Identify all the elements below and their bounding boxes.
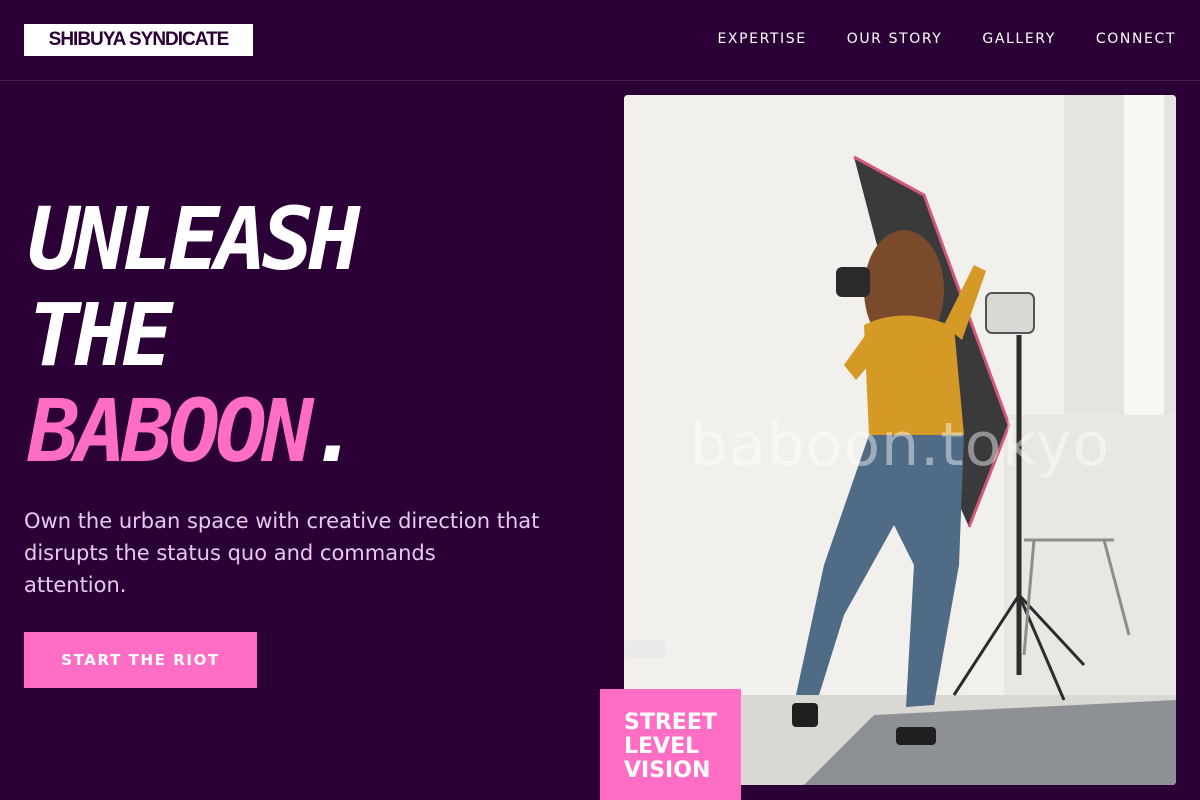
site-header: SHIBUYA SYNDICATE EXPERTISE OUR STORY GA… (0, 0, 1200, 81)
hero-headline: UNLEASH THE BABOON. (28, 190, 361, 482)
headline-accent-word: BABOON (28, 382, 314, 482)
badge-line-1: STREET (624, 710, 717, 735)
hero-subtitle: Own the urban space with creative direct… (24, 509, 540, 597)
nav-link-connect[interactable]: CONNECT (1096, 30, 1176, 48)
badge-line-2: LEVEL (624, 734, 700, 759)
hero-photo: baboon.tokyo (624, 95, 1176, 785)
nav-link-our-story[interactable]: OUR STORY (847, 30, 943, 48)
street-level-vision-badge: STREET LEVEL VISION (600, 689, 741, 800)
headline-line-2: THE (28, 286, 173, 386)
start-the-riot-button[interactable]: START THE RIOT (24, 632, 257, 688)
badge-line-3: VISION (624, 758, 711, 783)
main-nav: EXPERTISE OUR STORY GALLERY CONNECT (717, 30, 1176, 48)
nav-link-gallery[interactable]: GALLERY (982, 30, 1055, 48)
headline-line-1: UNLEASH (28, 190, 360, 290)
photo-watermark: baboon.tokyo (689, 410, 1111, 480)
headline-line-3: BABOON. (28, 382, 361, 482)
nav-link-expertise[interactable]: EXPERTISE (717, 30, 806, 48)
headline-period: . (308, 382, 361, 482)
brand-logo[interactable]: SHIBUYA SYNDICATE (24, 24, 253, 56)
